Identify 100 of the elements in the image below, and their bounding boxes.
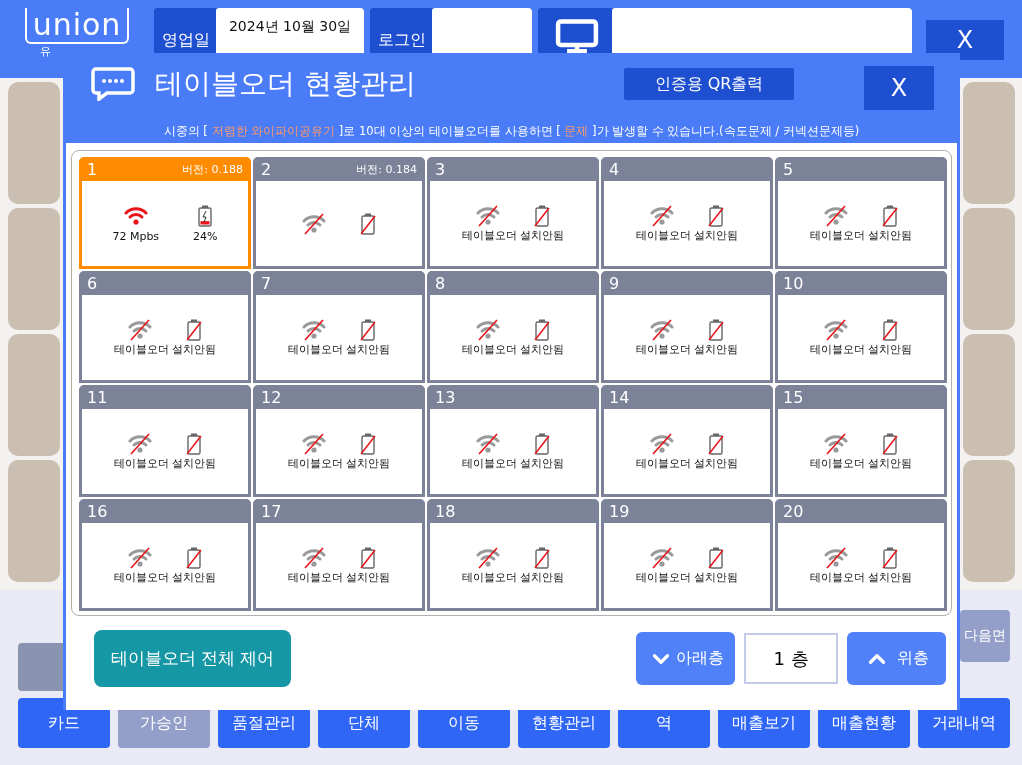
table-number: 10: [783, 273, 804, 293]
table-number: 1: [87, 159, 98, 179]
status-caption: 테이블오더 설치안됨: [635, 341, 739, 357]
table-number: 8: [435, 273, 446, 293]
table-tile[interactable]: [8, 334, 60, 456]
table-tile[interactable]: [8, 460, 60, 582]
table-status-card[interactable]: 15 테이블오더 설치안됨: [775, 385, 947, 497]
table-number: 16: [87, 501, 108, 521]
battery-off-icon: [360, 318, 376, 341]
battery-off-icon: [882, 432, 898, 455]
monitor-icon: [554, 18, 600, 54]
battery-off-icon: [882, 204, 898, 227]
wifi-off-icon: [302, 546, 326, 569]
battery-off-icon: [360, 432, 376, 455]
status-caption: 테이블오더 설치안됨: [461, 569, 565, 585]
table-number: 19: [609, 501, 630, 521]
version-label: 버전: 0.188: [182, 161, 243, 177]
status-caption: 테이블오더 설치안됨: [809, 455, 913, 471]
status-caption: 테이블오더 설치안됨: [461, 341, 565, 357]
business-day-label: 영업일: [161, 29, 211, 51]
status-caption: 테이블오더 설치안됨: [287, 341, 391, 357]
table-tile[interactable]: [963, 82, 1015, 204]
battery-icon: [197, 204, 214, 227]
table-status-card[interactable]: 13 테이블오더 설치안됨: [427, 385, 599, 497]
login-label: 로그인: [377, 29, 427, 51]
floor-down-button[interactable]: 아래층: [636, 632, 735, 685]
table-number: 4: [609, 159, 620, 179]
table-status-card[interactable]: 18 테이블오더 설치안됨: [427, 499, 599, 611]
wifi-off-icon: [302, 318, 326, 341]
table-status-card[interactable]: 14 테이블오더 설치안됨: [601, 385, 773, 497]
status-caption: 테이블오더 설치안됨: [461, 227, 565, 243]
battery-off-icon: [708, 546, 724, 569]
table-number: 5: [783, 159, 794, 179]
table-number: 11: [87, 387, 108, 407]
wifi-off-icon: [650, 546, 674, 569]
table-status-card[interactable]: 16 테이블오더 설치안됨: [79, 499, 251, 611]
floor-up-button[interactable]: 위층: [847, 632, 946, 685]
table-number: 3: [435, 159, 446, 179]
table-status-card[interactable]: 17 테이블오더 설치안됨: [253, 499, 425, 611]
battery-off-icon: [186, 546, 202, 569]
wifi-off-icon: [302, 432, 326, 455]
table-number: 14: [609, 387, 630, 407]
table-status-card[interactable]: 6 테이블오더 설치안됨: [79, 271, 251, 383]
table-status-card[interactable]: 5 테이블오더 설치안됨: [775, 157, 947, 269]
wifi-off-icon: [476, 318, 500, 341]
wifi-off-icon: [128, 546, 152, 569]
status-caption: 테이블오더 설치안됨: [461, 455, 565, 471]
wifi-icon: [123, 204, 148, 227]
status-caption: 테이블오더 설치안됨: [635, 455, 739, 471]
table-status-card[interactable]: 9 테이블오더 설치안됨: [601, 271, 773, 383]
table-status-card[interactable]: 7 테이블오더 설치안됨: [253, 271, 425, 383]
wifi-off-icon: [476, 432, 500, 455]
wifi-off-icon: [824, 204, 848, 227]
table-tile[interactable]: [963, 208, 1015, 330]
close-button[interactable]: X: [926, 20, 1004, 60]
table-number: 9: [609, 273, 620, 293]
battery-label: 24%: [193, 229, 218, 243]
wifi-off-icon: [128, 318, 152, 341]
wifi-off-icon: [650, 318, 674, 341]
wifi-off-icon: [302, 212, 326, 235]
table-tile[interactable]: [963, 334, 1015, 456]
table-status-card[interactable]: 10 테이블오더 설치안됨: [775, 271, 947, 383]
status-caption: 테이블오더 설치안됨: [113, 569, 217, 585]
table-status-card[interactable]: 8 테이블오더 설치안됨: [427, 271, 599, 383]
status-caption: 테이블오더 설치안됨: [809, 569, 913, 585]
status-caption: 테이블오더 설치안됨: [635, 227, 739, 243]
table-status-card[interactable]: 4 테이블오더 설치안됨: [601, 157, 773, 269]
close-button[interactable]: X: [864, 66, 934, 110]
table-number: 7: [261, 273, 272, 293]
table-status-card[interactable]: 19 테이블오더 설치안됨: [601, 499, 773, 611]
wifi-off-icon: [824, 318, 848, 341]
table-number: 20: [783, 501, 804, 521]
table-status-card[interactable]: 12 테이블오더 설치안됨: [253, 385, 425, 497]
wifi-off-icon: [476, 204, 500, 227]
table-status-card[interactable]: 11 테이블오더 설치안됨: [79, 385, 251, 497]
table-number: 15: [783, 387, 804, 407]
status-caption: 테이블오더 설치안됨: [635, 569, 739, 585]
table-number: 6: [87, 273, 98, 293]
floor-field: 1 층: [744, 633, 838, 684]
battery-off-icon: [534, 546, 550, 569]
qr-print-button[interactable]: 인증용 QR출력: [624, 68, 794, 100]
table-status-card[interactable]: 2 버전: 0.184: [253, 157, 425, 269]
warning-notice: 시중의 [ 저렴한 와이파이공유기 ]로 10대 이상의 테이블오더를 사용하면 [ 문제 ]가 발생할 수 있습니다.(속도문제 / 커넥션문제등): [162, 123, 861, 140]
table-status-card[interactable]: 3 테이블오더 설치안됨: [427, 157, 599, 269]
battery-off-icon: [534, 432, 550, 455]
status-caption: 테이블오더 설치안됨: [113, 341, 217, 357]
table-number: 2: [261, 159, 272, 179]
table-number: 17: [261, 501, 282, 521]
table-tile[interactable]: [8, 208, 60, 330]
table-tile[interactable]: [8, 82, 60, 204]
status-caption: 테이블오더 설치안됨: [113, 455, 217, 471]
logo-subtitle: 유: [40, 44, 51, 59]
battery-off-icon: [708, 204, 724, 227]
battery-off-icon: [882, 318, 898, 341]
table-tile[interactable]: [963, 460, 1015, 582]
version-label: 버전: 0.184: [356, 161, 417, 177]
status-caption: 테이블오더 설치안됨: [809, 341, 913, 357]
table-status-card[interactable]: 20 테이블오더 설치안됨: [775, 499, 947, 611]
wifi-off-icon: [476, 546, 500, 569]
table-status-card[interactable]: 1 버전: 0.188 72 Mpbs 24%: [79, 157, 251, 269]
